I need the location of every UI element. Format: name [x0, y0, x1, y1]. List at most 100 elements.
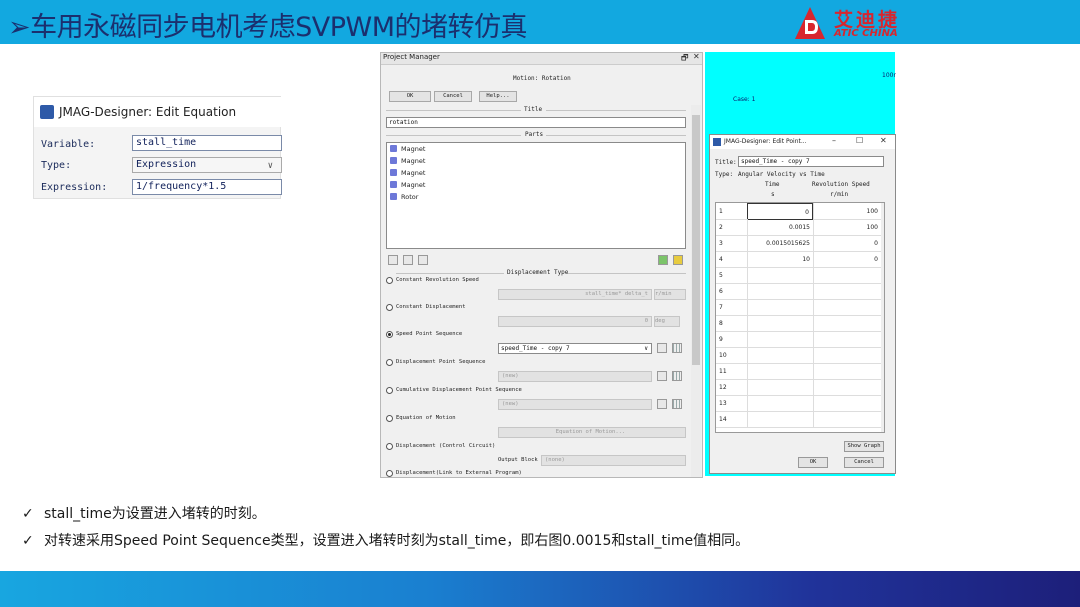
check-icon: ✓ — [22, 533, 34, 549]
project-manager-titlebar: Project Manager 🗗 ✕ — [381, 53, 702, 66]
point-table[interactable]: 1 0 100 2 0.0015 100 3 0.0015015625 0 4 10 0 5 6… — [715, 202, 885, 433]
folder-icon[interactable] — [673, 255, 683, 265]
part-icon — [390, 193, 397, 200]
title-section-label: Title — [524, 106, 543, 113]
table-row[interactable]: 9 — [716, 331, 884, 348]
radio-label: Speed Point Sequence — [396, 331, 463, 337]
restore-icon[interactable]: 🗗 — [681, 53, 689, 66]
constant-speed-field[interactable]: stall_time* delta_t — [498, 289, 652, 300]
remove-part-icon[interactable] — [403, 255, 413, 265]
table-row[interactable]: 14 — [716, 411, 884, 428]
table-icon[interactable] — [672, 343, 682, 353]
table-row[interactable]: 8 — [716, 315, 884, 332]
cancel-button[interactable]: Cancel — [844, 457, 884, 468]
table-scrollbar[interactable] — [881, 203, 884, 432]
parts-list[interactable]: Magnet Magnet Magnet Magnet Rotor — [386, 142, 686, 249]
table-row[interactable]: 7 — [716, 299, 884, 316]
select-part-icon[interactable] — [418, 255, 428, 265]
edit-table-icon[interactable] — [657, 343, 667, 353]
type-select-value: Expression — [136, 159, 197, 170]
ok-button[interactable]: OK — [389, 91, 431, 102]
radio-control-circuit[interactable] — [386, 443, 393, 450]
radio-constant-speed[interactable] — [386, 277, 393, 284]
table-row[interactable]: 2 0.0015 100 — [716, 219, 884, 236]
table-row[interactable]: 13 — [716, 395, 884, 412]
edit-part-icon[interactable] — [388, 255, 398, 265]
chevron-down-icon: ∨ — [644, 345, 648, 352]
constant-displacement-field[interactable]: 0 — [498, 316, 652, 327]
bullet-stall-time: ✓ stall_time为设置进入堵转的时刻。 — [22, 503, 266, 523]
list-item[interactable]: Magnet — [390, 169, 425, 180]
divider — [546, 110, 686, 111]
table-row[interactable]: 5 — [716, 267, 884, 284]
radio-constant-displacement[interactable] — [386, 304, 393, 311]
logo-mark-icon — [795, 7, 825, 39]
ep-type-label: Type: — [715, 171, 734, 178]
list-item[interactable]: Rotor — [390, 193, 418, 204]
minimize-icon[interactable]: – — [832, 136, 836, 145]
type-select[interactable]: Expression ∨ — [132, 157, 282, 173]
radio-label: Displacement (Control Circuit) — [396, 443, 496, 449]
table-row[interactable]: 1 0 100 — [716, 203, 884, 220]
radio-displacement-point-sequence[interactable] — [386, 359, 393, 366]
output-block-label: Output Block — [498, 457, 538, 463]
table-row[interactable]: 11 — [716, 363, 884, 380]
title-input[interactable]: rotation — [386, 117, 686, 128]
equation-of-motion-button[interactable]: Equation of Motion... — [498, 427, 686, 438]
unit-select[interactable]: r/min — [654, 289, 686, 300]
radio-label: Displacement Point Sequence — [396, 359, 486, 365]
add-part-icon[interactable] — [658, 255, 668, 265]
slide-title: ➢车用永磁同步电机考虑SVPWM的堵转仿真 — [8, 12, 528, 43]
displacement-point-select[interactable]: (new) — [498, 371, 652, 382]
ep-type-value: Angular Velocity vs Time — [738, 171, 825, 178]
edit-point-titlebar: JMAG-Designer: Edit Point... – ☐ ✕ — [710, 135, 895, 149]
radio-speed-point-sequence[interactable] — [386, 331, 393, 338]
maximize-icon[interactable]: ☐ — [856, 136, 863, 145]
radio-label: Cumulative Displacement Point Sequence — [396, 387, 522, 393]
ep-title-label: Title: — [715, 159, 737, 166]
unit-select[interactable]: deg — [654, 316, 680, 327]
output-block-select[interactable]: (none) — [541, 455, 686, 466]
list-item[interactable]: Magnet — [390, 157, 425, 168]
parts-section-label: Parts — [525, 131, 544, 138]
ep-title-input[interactable]: speed_Time - copy 7 — [738, 156, 884, 167]
divider — [386, 110, 521, 111]
speed-point-select[interactable]: speed_Time - copy 7 ∨ — [498, 343, 652, 354]
scrollbar-thumb[interactable] — [692, 115, 700, 365]
displacement-type-label: Displacement Type — [507, 269, 569, 276]
divider — [386, 135, 521, 136]
radio-label: Constant Displacement — [396, 304, 466, 310]
close-icon[interactable]: ✕ — [693, 53, 700, 61]
expression-field[interactable]: 1/frequency*1.5 — [132, 179, 282, 195]
cancel-button[interactable]: Cancel — [434, 91, 472, 102]
radio-equation-of-motion[interactable] — [386, 415, 393, 422]
cumulative-select[interactable]: (new) — [498, 399, 652, 410]
radio-external-program[interactable] — [386, 470, 393, 477]
table-row[interactable]: 12 — [716, 379, 884, 396]
table-row[interactable]: 4 10 0 — [716, 251, 884, 268]
radio-cumulative-displacement[interactable] — [386, 387, 393, 394]
table-icon[interactable] — [672, 371, 682, 381]
project-manager-title: Project Manager — [383, 53, 440, 61]
company-logo: 艾迪捷 ATIC CHINA — [790, 4, 910, 42]
table-row[interactable]: 10 — [716, 347, 884, 364]
bullet-text: stall_time为设置进入堵转的时刻。 — [44, 506, 266, 522]
help-button[interactable]: Help... — [479, 91, 517, 102]
table-icon[interactable] — [672, 399, 682, 409]
slide-header: ➢车用永磁同步电机考虑SVPWM的堵转仿真 艾迪捷 ATIC CHINA — [0, 0, 1080, 44]
variable-field[interactable]: stall_time — [132, 135, 282, 151]
edit-table-icon[interactable] — [657, 399, 667, 409]
show-graph-button[interactable]: Show Graph — [844, 441, 884, 452]
table-row[interactable]: 3 0.0015015625 0 — [716, 235, 884, 252]
edit-table-icon[interactable] — [657, 371, 667, 381]
col-speed-unit: r/min — [830, 191, 849, 198]
project-manager-window: Project Manager 🗗 ✕ Motion: Rotation OK … — [380, 52, 703, 478]
list-item[interactable]: Magnet — [390, 145, 425, 156]
table-row[interactable]: 6 — [716, 283, 884, 300]
ok-button[interactable]: OK — [798, 457, 828, 468]
footer-bar — [0, 571, 1080, 607]
close-icon[interactable]: ✕ — [880, 136, 887, 145]
vertical-scrollbar[interactable] — [691, 105, 701, 477]
radio-label: Displacement(Link to External Program) — [396, 470, 522, 476]
list-item[interactable]: Magnet — [390, 181, 425, 192]
